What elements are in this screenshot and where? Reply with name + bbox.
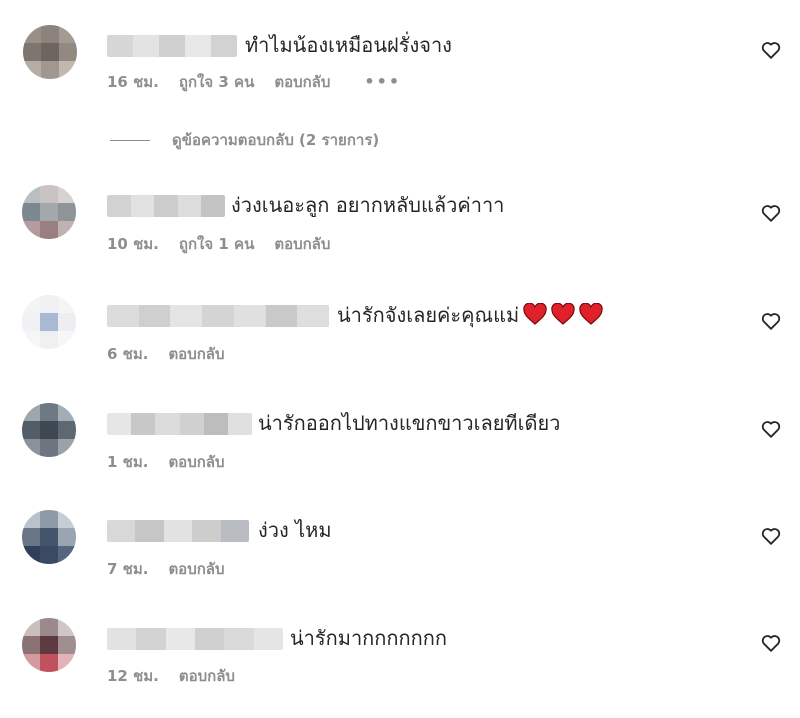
comment-meta: 6 ชม. ตอบกลับ [107,343,259,365]
heart-outline-icon[interactable] [760,525,782,547]
comment-time: 12 ชม. [107,667,159,685]
username-blurred[interactable] [107,35,237,57]
comment-meta: 16 ชม. ถูกใจ 3 คน ตอบกลับ ••• [107,71,401,93]
avatar[interactable] [22,618,76,672]
comment-time: 6 ชม. [107,345,149,363]
red-heart-emoji [523,303,547,325]
reply-button[interactable]: ตอบกลับ [179,665,235,687]
heart-outline-icon[interactable] [760,202,782,224]
avatar[interactable] [22,185,76,239]
likes-count[interactable]: ถูกใจ 3 คน [179,71,254,93]
reply-button[interactable]: ตอบกลับ [168,451,224,473]
view-replies-button[interactable]: ดูข้อความตอบกลับ (2 รายการ) [110,128,379,152]
comment-text: น่ารักจังเลยค่ะคุณแม่ [337,300,603,330]
comment-item: น่ารักมากกกกกกก 12 ชม. ตอบกลับ [0,618,800,718]
heart-outline-icon[interactable] [760,418,782,440]
reply-button[interactable]: ตอบกลับ [274,71,330,93]
comment-item: ง่วง ไหม 7 ชม. ตอบกลับ [0,510,800,610]
comment-item: ทำไมน้องเหมือนฝรั่งจาง 16 ชม. ถูกใจ 3 คน… [0,25,800,125]
avatar[interactable] [23,25,77,79]
comment-text: ง่วงเนอะลูก อยากหลับแล้วค่าาา [231,193,505,217]
comment-time: 10 ชม. [107,235,159,253]
username-blurred[interactable] [107,413,252,435]
username-blurred[interactable] [107,305,329,327]
username-blurred[interactable] [107,520,249,542]
comment-meta: 1 ชม. ตอบกลับ [107,451,259,473]
replies-divider [110,139,150,141]
avatar[interactable] [22,403,76,457]
reply-button[interactable]: ตอบกลับ [168,343,224,365]
red-heart-emoji [579,303,603,325]
comment-time: 7 ชม. [107,560,149,578]
comment-text: น่ารักออกไปทางแขกขาวเลยทีเดียว [258,411,561,435]
avatar[interactable] [22,295,76,349]
comment-text: ง่วง ไหม [258,518,332,542]
avatar[interactable] [22,510,76,564]
username-blurred[interactable] [107,628,283,650]
comment-time: 16 ชม. [107,73,159,91]
comment-meta: 7 ชม. ตอบกลับ [107,558,259,580]
comment-text: ทำไมน้องเหมือนฝรั่งจาง [245,33,452,57]
username-blurred[interactable] [107,195,225,217]
red-heart-emoji [551,303,575,325]
heart-outline-icon[interactable] [760,310,782,332]
comment-time: 1 ชม. [107,453,149,471]
reply-button[interactable]: ตอบกลับ [168,558,224,580]
more-options-icon[interactable]: ••• [364,71,401,93]
heart-outline-icon[interactable] [760,39,782,61]
comment-text: น่ารักมากกกกกกก [290,626,447,650]
comment-meta: 12 ชม. ตอบกลับ [107,665,269,687]
comment-item: น่ารักออกไปทางแขกขาวเลยทีเดียว 1 ชม. ตอบ… [0,403,800,503]
heart-outline-icon[interactable] [760,632,782,654]
comment-meta: 10 ชม. ถูกใจ 1 คน ตอบกลับ [107,233,364,255]
view-replies-label: ดูข้อความตอบกลับ (2 รายการ) [172,131,380,149]
comment-item: น่ารักจังเลยค่ะคุณแม่ 6 ชม. ตอบกลับ [0,295,800,395]
comment-item: ง่วงเนอะลูก อยากหลับแล้วค่าาา 10 ชม. ถูก… [0,185,800,285]
comment-text-content: น่ารักจังเลยค่ะคุณแม่ [337,303,520,327]
reply-button[interactable]: ตอบกลับ [274,233,330,255]
likes-count[interactable]: ถูกใจ 1 คน [179,233,254,255]
